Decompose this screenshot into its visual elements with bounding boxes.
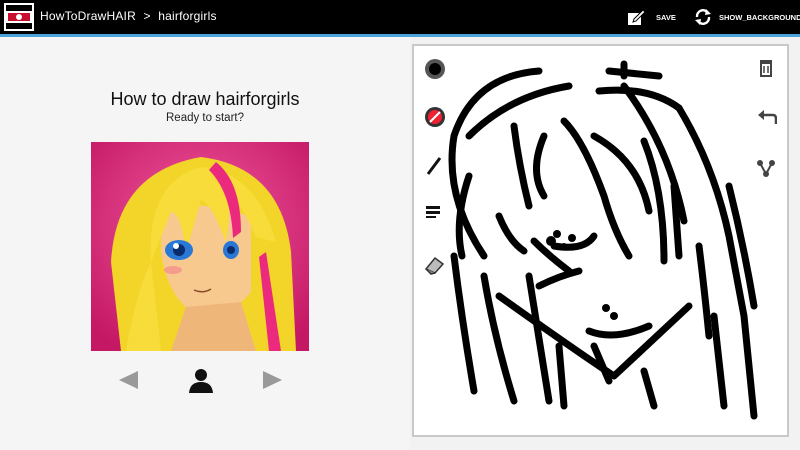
trash-icon — [760, 60, 772, 77]
lesson-subtitle: Ready to start? — [166, 112, 244, 124]
person-button[interactable] — [186, 367, 216, 398]
person-icon — [189, 369, 213, 393]
show-background-label: SHOW_BACKGROUND — [719, 12, 800, 22]
eraser-icon — [426, 206, 440, 218]
pen-icon — [426, 157, 442, 175]
lesson-preview-image — [91, 142, 309, 351]
app-logo-icon[interactable] — [4, 3, 34, 31]
eraser-tool-button[interactable] — [424, 204, 444, 225]
undo-icon — [758, 110, 778, 124]
previous-button[interactable] — [116, 369, 140, 396]
brush-size-icon — [425, 59, 445, 79]
save-label: SAVE — [656, 12, 676, 22]
color-picker-button[interactable] — [424, 106, 446, 133]
drawing-canvas[interactable] — [412, 44, 789, 437]
breadcrumb-separator: > — [143, 9, 151, 23]
sketch-strokes — [448, 60, 758, 420]
breadcrumb: HowToDrawHAIR > hairforgirls — [40, 9, 217, 23]
eraser-block-icon — [424, 256, 445, 275]
show-background-button[interactable]: SHOW_BACKGROUND — [693, 4, 800, 30]
delete-button[interactable] — [757, 58, 775, 83]
undo-button[interactable] — [757, 108, 778, 131]
save-icon — [628, 9, 646, 25]
next-button[interactable] — [261, 369, 285, 396]
pen-tool-button[interactable] — [426, 154, 444, 181]
brush-size-button[interactable] — [424, 58, 446, 85]
app-title[interactable]: HowToDrawHAIR — [40, 9, 136, 23]
share-icon — [757, 160, 775, 177]
save-button[interactable]: SAVE — [626, 4, 676, 30]
lesson-title: How to draw hairforgirls — [110, 89, 300, 109]
section-title: hairforgirls — [158, 9, 217, 23]
refresh-icon — [695, 9, 711, 25]
action-bar: HowToDrawHAIR > hairforgirls SAVE SHOW_B… — [0, 0, 800, 34]
right-arrow-icon — [263, 371, 282, 389]
left-arrow-icon — [119, 371, 138, 389]
share-button[interactable] — [756, 158, 776, 183]
color-picker-icon — [425, 107, 445, 127]
clear-tool-button[interactable] — [423, 254, 445, 281]
